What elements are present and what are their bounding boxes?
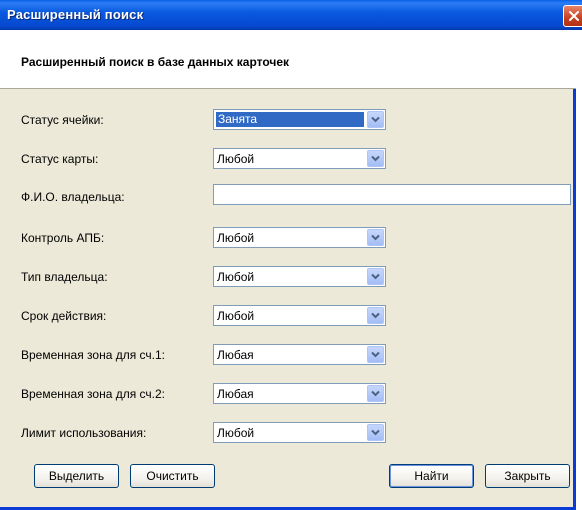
owner-type-label: Тип владельца:: [21, 270, 108, 284]
validity-label: Срок действия:: [21, 309, 107, 323]
header-panel: Расширенный поиск в базе данных карточек: [0, 30, 576, 89]
chevron-down-icon: [371, 234, 380, 241]
timezone2-value: Любая: [217, 387, 254, 401]
window-title: Расширенный поиск: [7, 7, 144, 22]
chevron-down-icon: [371, 155, 380, 162]
advanced-search-dialog: Расширенный поиск Расширенный поиск в ба…: [0, 0, 582, 510]
chevron-down-icon: [371, 390, 380, 397]
window-close-button[interactable]: [563, 5, 582, 27]
apb-control-value: Любой: [217, 231, 255, 245]
chevron-down-icon: [371, 312, 380, 319]
header-text: Расширенный поиск в базе данных карточек: [21, 55, 290, 69]
title-bar[interactable]: Расширенный поиск: [0, 0, 582, 30]
owner-name-input[interactable]: [213, 184, 571, 205]
validity-dropdown-button[interactable]: [367, 307, 384, 324]
card-status-dropdown[interactable]: Любой: [213, 148, 386, 169]
cell-status-label: Статус ячейки:: [21, 113, 104, 127]
close-button[interactable]: Закрыть: [485, 464, 570, 488]
card-status-label: Статус карты:: [21, 152, 99, 166]
cell-status-value: Занята: [216, 112, 364, 127]
timezone1-value: Любая: [217, 348, 254, 362]
usage-limit-value: Любой: [217, 426, 255, 440]
owner-type-dropdown[interactable]: Любой: [213, 266, 386, 287]
chevron-down-icon: [371, 116, 380, 123]
usage-limit-dropdown[interactable]: Любой: [213, 422, 386, 443]
select-button[interactable]: Выделить: [34, 464, 119, 488]
chevron-down-icon: [371, 351, 380, 358]
apb-control-label: Контроль АПБ:: [21, 231, 105, 245]
chevron-down-icon: [371, 429, 380, 436]
validity-value: Любой: [217, 309, 255, 323]
owner-type-value: Любой: [217, 270, 255, 284]
timezone2-label: Временная зона для сч.2:: [21, 387, 166, 401]
timezone2-dropdown-button[interactable]: [367, 385, 384, 402]
validity-dropdown[interactable]: Любой: [213, 305, 386, 326]
cell-status-dropdown-button[interactable]: [367, 111, 384, 128]
card-status-value: Любой: [217, 152, 255, 166]
usage-limit-label: Лимит использования:: [21, 426, 147, 440]
timezone1-label: Временная зона для сч.1:: [21, 348, 166, 362]
apb-control-dropdown[interactable]: Любой: [213, 227, 386, 248]
card-status-dropdown-button[interactable]: [367, 150, 384, 167]
chevron-down-icon: [371, 273, 380, 280]
apb-control-dropdown-button[interactable]: [367, 229, 384, 246]
owner-name-label: Ф.И.О. владельца:: [21, 190, 125, 204]
clear-button[interactable]: Очистить: [130, 464, 215, 488]
timezone1-dropdown[interactable]: Любая: [213, 344, 386, 365]
find-button[interactable]: Найти: [389, 464, 474, 488]
owner-type-dropdown-button[interactable]: [367, 268, 384, 285]
usage-limit-dropdown-button[interactable]: [367, 424, 384, 441]
timezone2-dropdown[interactable]: Любая: [213, 383, 386, 404]
close-icon: [569, 11, 579, 21]
timezone1-dropdown-button[interactable]: [367, 346, 384, 363]
cell-status-dropdown[interactable]: Занята: [213, 109, 386, 130]
